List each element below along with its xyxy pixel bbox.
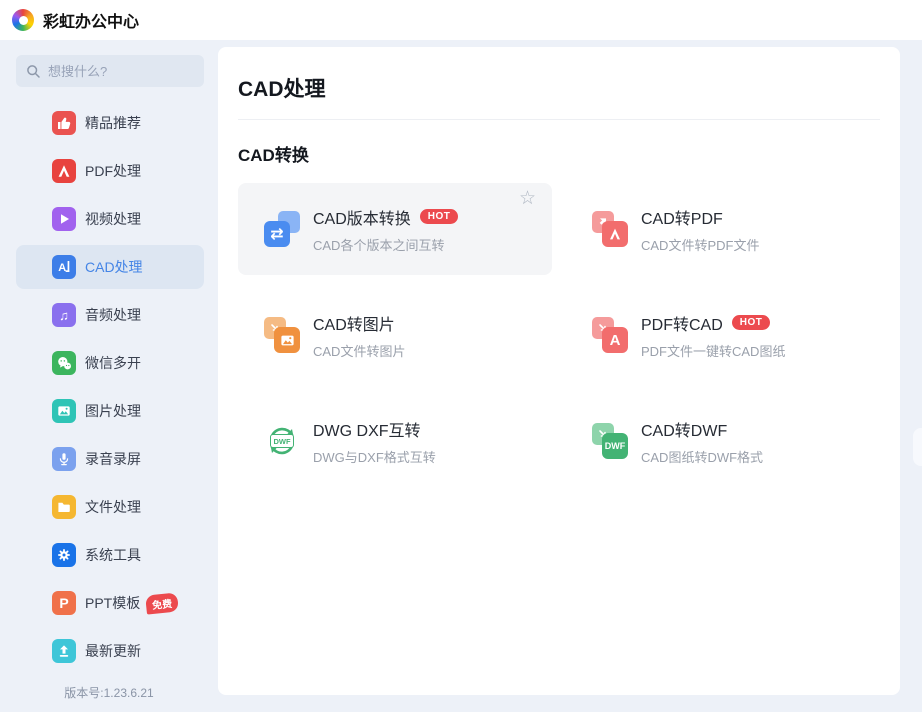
main-panel: CAD处理 CAD转换 ☆ ⇄ CAD版本转换 HOT CAD各个版本之间互转: [218, 47, 900, 695]
sidebar-item-label: 精品推荐: [85, 115, 141, 131]
dwg-dxf-swap-icon: DWF: [264, 423, 300, 459]
favorite-star-icon[interactable]: ☆: [515, 185, 540, 212]
microphone-icon: [52, 447, 76, 471]
sidebar-item-label: 系统工具: [85, 547, 141, 563]
tool-card-grid: ☆ ⇄ CAD版本转换 HOT CAD各个版本之间互转 CAD转PDF CAD文…: [238, 183, 880, 487]
sidebar-item-file[interactable]: 文件处理: [16, 485, 204, 529]
card-subtitle: DWG与DXF格式互转: [313, 449, 436, 465]
folder-icon: [52, 495, 76, 519]
card-title: CAD转图片: [313, 316, 395, 334]
svg-text:A: A: [58, 262, 66, 274]
hot-badge: HOT: [419, 209, 459, 224]
sidebar-item-label: CAD处理: [85, 259, 143, 275]
rainbow-logo-icon: [12, 9, 34, 31]
app-title: 彩虹办公中心: [43, 14, 140, 31]
card-cad-to-pdf[interactable]: CAD转PDF CAD文件转PDF文件: [566, 183, 880, 275]
card-title: PDF转CAD: [641, 316, 723, 334]
search-input[interactable]: [48, 63, 194, 79]
cad-to-image-icon: [264, 317, 300, 353]
card-subtitle: CAD文件转图片: [313, 343, 406, 359]
hot-badge: HOT: [731, 315, 771, 330]
dwf-format-label: DWF: [269, 434, 295, 448]
gear-icon: [52, 543, 76, 567]
sidebar-item-label: 录音录屏: [85, 451, 141, 467]
search-icon: [27, 64, 40, 78]
sidebar-item-wechat[interactable]: 微信多开: [16, 341, 204, 385]
sidebar-item-video[interactable]: 视频处理: [16, 197, 204, 241]
app-header: 彩虹办公中心: [0, 0, 922, 40]
card-pdf-to-cad[interactable]: A PDF转CAD HOT PDF文件一键转CAD图纸: [566, 289, 880, 381]
sidebar-item-image[interactable]: 图片处理: [16, 389, 204, 433]
sidebar-item-cad[interactable]: A CAD处理: [16, 245, 204, 289]
card-subtitle: CAD图纸转DWF格式: [641, 449, 764, 465]
card-cad-version-convert[interactable]: ☆ ⇄ CAD版本转换 HOT CAD各个版本之间互转: [238, 183, 552, 275]
drawer-handle[interactable]: [913, 428, 922, 466]
page-title: CAD处理: [238, 78, 326, 101]
card-subtitle: CAD各个版本之间互转: [313, 237, 445, 253]
sidebar-item-updates[interactable]: 最新更新: [16, 629, 204, 673]
card-title: CAD转DWF: [641, 422, 728, 440]
sidebar-nav: 精品推荐 PDF处理 视频处理 A CAD处理 ♫ 音频处理 微信多开 图片处理…: [0, 97, 218, 673]
pdf-to-cad-icon: A: [592, 317, 628, 353]
pdf-icon: [52, 159, 76, 183]
card-cad-to-image[interactable]: CAD转图片 CAD文件转图片: [238, 289, 552, 381]
search-box[interactable]: [16, 55, 204, 87]
card-title: DWG DXF互转: [313, 422, 421, 440]
cad-to-pdf-icon: [592, 211, 628, 247]
divider: [238, 119, 880, 120]
card-title: CAD转PDF: [641, 210, 723, 228]
sidebar-item-label: 视频处理: [85, 211, 141, 227]
version-label: 版本号:1.23.6.21: [64, 686, 154, 700]
card-subtitle: CAD文件转PDF文件: [641, 237, 760, 253]
wechat-icon: [52, 351, 76, 375]
image-icon: [52, 399, 76, 423]
cad-version-convert-icon: ⇄: [264, 211, 300, 247]
sidebar-item-audio[interactable]: ♫ 音频处理: [16, 293, 204, 337]
sidebar: 精品推荐 PDF处理 视频处理 A CAD处理: [0, 40, 218, 712]
card-title: CAD版本转换: [313, 210, 411, 228]
card-cad-to-dwf[interactable]: DWF CAD转DWF CAD图纸转DWF格式: [566, 395, 880, 487]
sidebar-item-ppt[interactable]: P PPT模板 免费: [16, 581, 204, 625]
music-note-icon: ♫: [52, 303, 76, 327]
sidebar-item-featured[interactable]: 精品推荐: [16, 101, 204, 145]
section-title: CAD转换: [238, 146, 309, 165]
sidebar-item-system[interactable]: 系统工具: [16, 533, 204, 577]
sidebar-item-pdf[interactable]: PDF处理: [16, 149, 204, 193]
cad-text-icon: A: [52, 255, 76, 279]
sidebar-item-label: 文件处理: [85, 499, 141, 515]
sidebar-item-label: 音频处理: [85, 307, 141, 323]
sidebar-item-label: 图片处理: [85, 403, 141, 419]
card-dwg-dxf-swap[interactable]: DWF DWG DXF互转 DWG与DXF格式互转: [238, 395, 552, 487]
card-subtitle: PDF文件一键转CAD图纸: [641, 343, 786, 359]
play-icon: [52, 207, 76, 231]
upload-icon: [52, 639, 76, 663]
ppt-icon: P: [52, 591, 76, 615]
sidebar-item-record[interactable]: 录音录屏: [16, 437, 204, 481]
sidebar-item-label: 微信多开: [85, 355, 141, 371]
sidebar-item-label: PDF处理: [85, 163, 141, 179]
thumbs-up-icon: [52, 111, 76, 135]
cad-to-dwf-icon: DWF: [592, 423, 628, 459]
free-badge: 免费: [145, 591, 180, 615]
sidebar-item-label: PPT模板: [85, 595, 141, 611]
sidebar-item-label: 最新更新: [85, 643, 141, 659]
